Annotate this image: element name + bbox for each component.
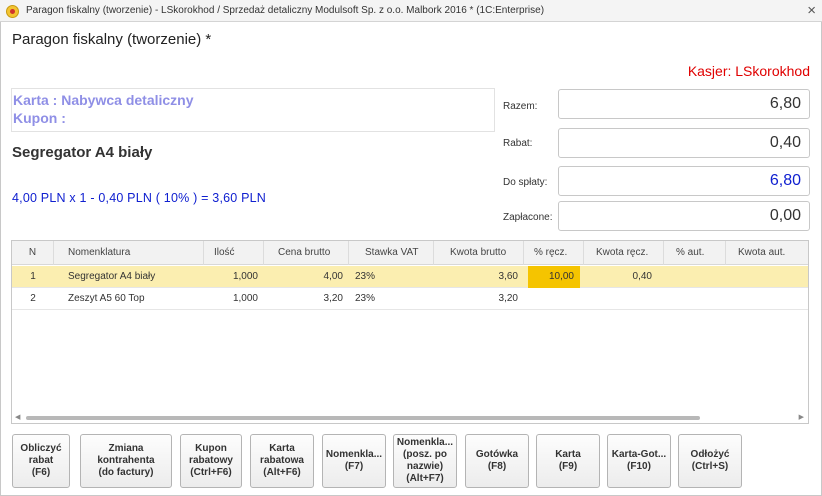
form-title: Paragon fiskalny (tworzenie) * xyxy=(12,31,212,48)
cell-pct-recz[interactable] xyxy=(524,288,584,310)
card-button[interactable]: Karta (F9) xyxy=(536,434,600,488)
card-info: Karta : Nabywca detaliczny xyxy=(13,92,194,108)
window-titlebar: Paragon fiskalny (tworzenie) - LSkorokho… xyxy=(0,0,822,22)
col-header-cena-brutto[interactable]: Cena brutto xyxy=(264,241,349,265)
cell-kwota-recz xyxy=(584,288,664,310)
cell-kwota-brutto: 3,20 xyxy=(498,293,518,304)
cell-pct-aut xyxy=(664,266,726,288)
calc-discount-button[interactable]: Obliczyć rabat (F6) xyxy=(12,434,70,488)
col-header-stawka-vat[interactable]: Stawka VAT xyxy=(349,241,434,265)
cell-kwota-recz: 0,40 xyxy=(632,271,652,282)
col-header-nomenklatura[interactable]: Nomenklatura xyxy=(54,241,204,265)
cell-n: 1 xyxy=(30,271,36,282)
close-icon[interactable]: × xyxy=(807,2,816,20)
postpone-button[interactable]: Odłożyć (Ctrl+S) xyxy=(678,434,742,488)
coupon-info: Kupon : xyxy=(13,110,66,126)
cash-button[interactable]: Gotówka (F8) xyxy=(465,434,529,488)
price-calculation: 4,00 PLN x 1 - 0,40 PLN ( 10% ) = 3,60 P… xyxy=(12,191,267,205)
scrollbar-thumb[interactable] xyxy=(26,416,700,420)
col-header-n[interactable]: N xyxy=(12,241,54,265)
card-cash-button[interactable]: Karta-Got... (F10) xyxy=(607,434,671,488)
cell-nomenklatura: Zeszyt A5 60 Top xyxy=(68,293,145,304)
cell-kwota-aut xyxy=(726,288,808,310)
do-splaty-label: Do spłaty: xyxy=(503,177,548,188)
discount-coupon-button[interactable]: Kupon rabatowy (Ctrl+F6) xyxy=(180,434,242,488)
cell-kwota-aut xyxy=(726,266,808,288)
cell-cena-brutto: 3,20 xyxy=(323,293,343,304)
cell-stawka-vat: 23% xyxy=(355,271,376,282)
col-header-pct-recz[interactable]: % ręcz. xyxy=(524,241,584,265)
col-header-ilosc[interactable]: Ilość xyxy=(204,241,264,265)
razem-label: Razem: xyxy=(503,101,538,112)
scroll-right-icon[interactable]: ▶ xyxy=(799,413,804,423)
cell-pct-aut xyxy=(664,288,726,310)
zaplacone-label: Zapłacone: xyxy=(503,212,553,223)
cell-n: 2 xyxy=(30,293,36,304)
window-title: Paragon fiskalny (tworzenie) - LSkorokho… xyxy=(26,5,545,16)
rabat-field[interactable]: 0,40 xyxy=(558,128,810,158)
do-splaty-field[interactable]: 6,80 xyxy=(558,166,810,196)
scroll-left-icon[interactable]: ◀ xyxy=(15,413,20,423)
cell-kwota-brutto: 3,60 xyxy=(498,271,518,282)
discount-card-button[interactable]: Karta rabatowa (Alt+F6) xyxy=(250,434,314,488)
change-contractor-button[interactable]: Zmiana kontrahenta (do factury) xyxy=(80,434,172,488)
cell-ilosc: 1,000 xyxy=(232,293,258,304)
col-header-pct-aut[interactable]: % aut. xyxy=(664,241,726,265)
nomenclature-button[interactable]: Nomenkla... (F7) xyxy=(322,434,386,488)
cashier-label: Kasjer: LSkorokhod xyxy=(687,63,810,79)
col-header-kwota-recz[interactable]: Kwota ręcz. xyxy=(584,241,664,265)
items-table[interactable]: N Nomenklatura Ilość Cena brutto Stawka … xyxy=(11,240,809,424)
cell-ilosc: 1,000 xyxy=(232,271,258,282)
cell-stawka-vat: 23% xyxy=(355,293,376,304)
card-coupon-panel: Karta : Nabywca detaliczny Kupon : xyxy=(11,88,495,132)
table-row[interactable]: 1 Segregator A4 biały 1,000 4,00 23% 3,6… xyxy=(12,266,808,288)
cell-cena-brutto: 4,00 xyxy=(323,271,343,282)
horizontal-scrollbar[interactable]: ◀ ▶ xyxy=(12,413,808,423)
cell-pct-recz[interactable]: 10,00 xyxy=(528,266,580,288)
current-product-name: Segregator A4 biały xyxy=(12,144,153,161)
col-header-kwota-aut[interactable]: Kwota aut. xyxy=(726,241,808,265)
razem-field[interactable]: 6,80 xyxy=(558,89,810,119)
col-header-kwota-brutto[interactable]: Kwota brutto xyxy=(434,241,524,265)
cell-nomenklatura: Segregator A4 biały xyxy=(68,271,156,282)
table-header: N Nomenklatura Ilość Cena brutto Stawka … xyxy=(12,241,808,265)
zaplacone-field[interactable]: 0,00 xyxy=(558,201,810,231)
1c-logo-icon xyxy=(6,5,19,18)
rabat-label: Rabat: xyxy=(503,138,533,149)
nomenclature-by-name-button[interactable]: Nomenkla... (posz. po nazwie) (Alt+F7) xyxy=(393,434,457,488)
table-row[interactable]: 2 Zeszyt A5 60 Top 1,000 3,20 23% 3,20 xyxy=(12,288,808,310)
